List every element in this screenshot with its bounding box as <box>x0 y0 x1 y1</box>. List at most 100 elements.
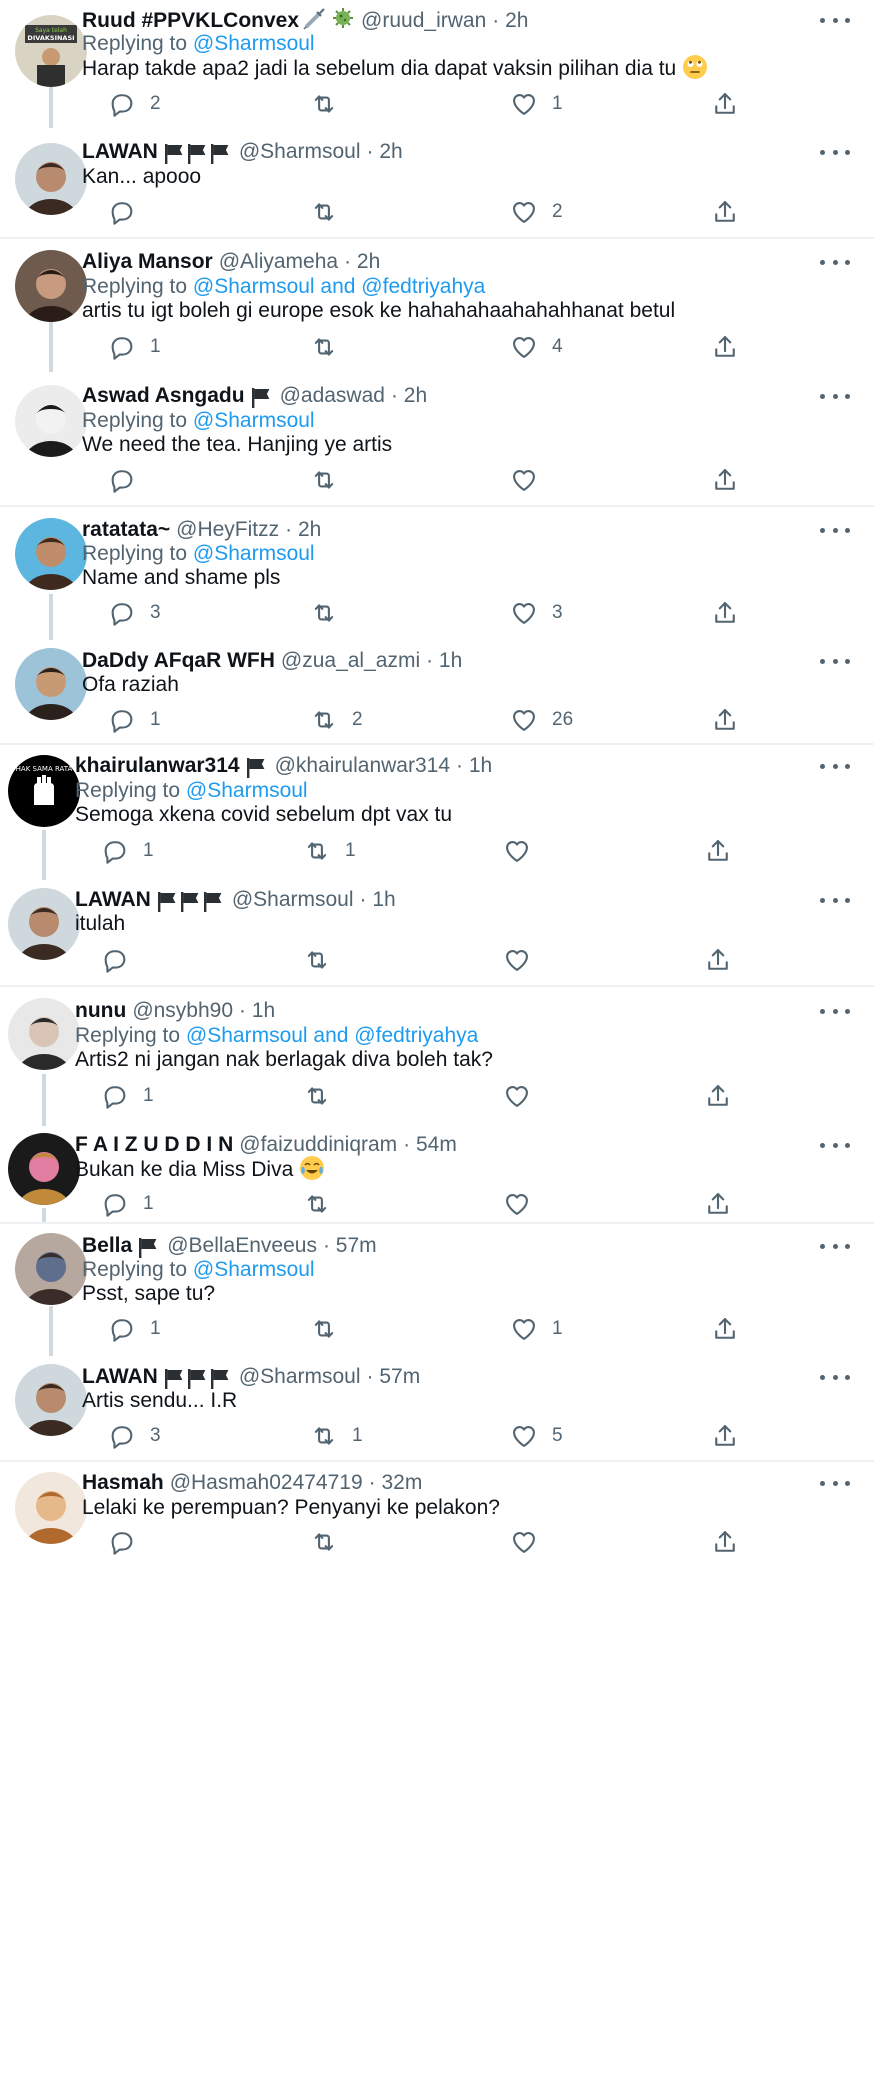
avatar[interactable] <box>8 998 80 1070</box>
retweet-button[interactable] <box>310 1315 352 1343</box>
user-handle[interactable]: @faizuddiniqram <box>239 1133 397 1156</box>
reply-button[interactable]: 1 <box>108 706 161 734</box>
more-options-button[interactable] <box>820 1001 850 1021</box>
share-button[interactable] <box>711 466 739 494</box>
display-name[interactable]: Hasmah <box>82 1471 164 1494</box>
user-handle[interactable]: @Hasmah02474719 <box>170 1471 363 1494</box>
avatar[interactable] <box>15 1233 87 1305</box>
retweet-button[interactable] <box>310 333 352 361</box>
more-options-button[interactable] <box>820 651 850 671</box>
share-button[interactable] <box>711 706 739 734</box>
avatar[interactable] <box>8 1133 80 1205</box>
retweet-button[interactable] <box>310 198 352 226</box>
display-name[interactable]: Aliya Mansor <box>82 250 213 273</box>
replying-to-handles[interactable]: @Sharmsoul and @fedtriyahya <box>186 1024 478 1047</box>
reply-button[interactable]: 1 <box>101 1190 154 1218</box>
more-options-button[interactable] <box>820 890 850 910</box>
display-name[interactable]: ratatata~ <box>82 518 170 541</box>
share-button[interactable] <box>704 946 732 974</box>
display-name[interactable]: khairulanwar314 <box>75 754 240 777</box>
display-name[interactable]: LAWAN <box>75 888 151 911</box>
reply-button[interactable]: 1 <box>101 837 154 865</box>
reply-button[interactable]: 1 <box>108 333 161 361</box>
more-options-button[interactable] <box>820 386 850 406</box>
share-button[interactable] <box>711 1422 739 1450</box>
display-name[interactable]: Ruud #PPVKLConvex <box>82 9 299 32</box>
retweet-button[interactable] <box>303 946 345 974</box>
avatar[interactable] <box>15 648 87 720</box>
share-button[interactable] <box>704 1082 732 1110</box>
more-options-button[interactable] <box>820 252 850 272</box>
avatar[interactable] <box>8 888 80 960</box>
user-handle[interactable]: @BellaEnveeus <box>167 1234 317 1257</box>
like-button[interactable]: 5 <box>510 1422 563 1450</box>
user-handle[interactable]: @Aliyameha <box>219 250 338 273</box>
display-name[interactable]: F A I Z U D D I N <box>75 1133 233 1156</box>
share-button[interactable] <box>711 333 739 361</box>
more-options-button[interactable] <box>820 142 850 162</box>
like-button[interactable]: 4 <box>510 333 563 361</box>
timestamp[interactable]: · 2h <box>344 250 380 273</box>
share-button[interactable] <box>711 1528 739 1556</box>
user-handle[interactable]: @ruud_irwan <box>361 9 486 32</box>
timestamp[interactable]: · 2h <box>285 518 321 541</box>
user-handle[interactable]: @Sharmsoul <box>232 888 354 911</box>
user-handle[interactable]: @Sharmsoul <box>239 1365 361 1388</box>
more-options-button[interactable] <box>820 756 850 776</box>
timestamp[interactable]: · 2h <box>391 384 427 407</box>
replying-to-handles[interactable]: @Sharmsoul <box>193 1258 315 1281</box>
reply-button[interactable]: 1 <box>101 1082 154 1110</box>
more-options-button[interactable] <box>820 1236 850 1256</box>
reply-button[interactable] <box>108 198 150 226</box>
like-button[interactable]: 3 <box>510 599 563 627</box>
retweet-button[interactable]: 2 <box>310 706 363 734</box>
retweet-button[interactable] <box>310 90 352 118</box>
like-button[interactable] <box>503 837 545 865</box>
timestamp[interactable]: · 32m <box>369 1471 423 1494</box>
timestamp[interactable]: · 1h <box>360 888 396 911</box>
reply-button[interactable] <box>108 1528 150 1556</box>
more-options-button[interactable] <box>820 1473 850 1493</box>
more-options-button[interactable] <box>820 520 850 540</box>
reply-button[interactable]: 3 <box>108 1422 161 1450</box>
timestamp[interactable]: · 1h <box>426 649 462 672</box>
like-button[interactable] <box>510 466 552 494</box>
like-button[interactable] <box>503 946 545 974</box>
user-handle[interactable]: @Sharmsoul <box>239 140 361 163</box>
timestamp[interactable]: · 1h <box>239 999 275 1022</box>
user-handle[interactable]: @HeyFitzz <box>176 518 279 541</box>
share-button[interactable] <box>704 1190 732 1218</box>
timestamp[interactable]: · 54m <box>403 1133 457 1156</box>
avatar[interactable] <box>15 143 87 215</box>
replying-to-handles[interactable]: @Sharmsoul <box>193 542 315 565</box>
like-button[interactable]: 1 <box>510 1315 563 1343</box>
retweet-button[interactable] <box>310 1528 352 1556</box>
timestamp[interactable]: · 1h <box>456 754 492 777</box>
user-handle[interactable]: @nsybh90 <box>132 999 233 1022</box>
timestamp[interactable]: · 57m <box>323 1234 377 1257</box>
user-handle[interactable]: @adaswad <box>280 384 385 407</box>
share-button[interactable] <box>711 1315 739 1343</box>
replying-to-handles[interactable]: @Sharmsoul and @fedtriyahya <box>193 275 485 298</box>
avatar[interactable] <box>15 250 87 322</box>
replying-to-handles[interactable]: @Sharmsoul <box>193 32 315 55</box>
display-name[interactable]: LAWAN <box>82 140 158 163</box>
reply-button[interactable]: 1 <box>108 1315 161 1343</box>
reply-button[interactable] <box>101 946 143 974</box>
timestamp[interactable]: · 2h <box>492 9 528 32</box>
retweet-button[interactable] <box>310 466 352 494</box>
like-button[interactable] <box>510 1528 552 1556</box>
like-button[interactable]: 1 <box>510 90 563 118</box>
avatar[interactable] <box>15 1364 87 1436</box>
avatar[interactable] <box>15 518 87 590</box>
more-options-button[interactable] <box>820 10 850 30</box>
avatar[interactable]: HAK SAMA RATA <box>8 755 80 827</box>
timestamp[interactable]: · 2h <box>367 140 403 163</box>
share-button[interactable] <box>711 90 739 118</box>
retweet-button[interactable] <box>303 1190 345 1218</box>
retweet-button[interactable]: 1 <box>310 1422 363 1450</box>
share-button[interactable] <box>704 837 732 865</box>
share-button[interactable] <box>711 198 739 226</box>
like-button[interactable] <box>503 1082 545 1110</box>
user-handle[interactable]: @zua_al_azmi <box>281 649 420 672</box>
